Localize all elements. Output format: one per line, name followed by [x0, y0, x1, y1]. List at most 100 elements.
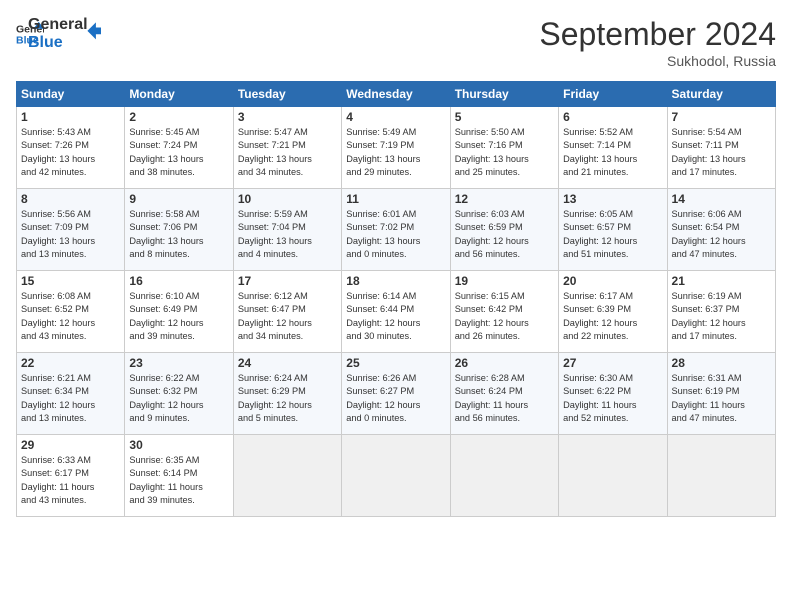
table-row: 3 Sunrise: 5:47 AM Sunset: 7:21 PM Daylig… — [233, 107, 341, 189]
day-info: Sunrise: 6:15 AM Sunset: 6:42 PM Dayligh… — [455, 290, 554, 343]
day-info: Sunrise: 6:12 AM Sunset: 6:47 PM Dayligh… — [238, 290, 337, 343]
day-number: 3 — [238, 110, 337, 124]
day-info: Sunrise: 5:49 AM Sunset: 7:19 PM Dayligh… — [346, 126, 445, 179]
table-row: 4 Sunrise: 5:49 AM Sunset: 7:19 PM Daylig… — [342, 107, 450, 189]
day-number: 25 — [346, 356, 445, 370]
day-number: 26 — [455, 356, 554, 370]
day-info: Sunrise: 5:54 AM Sunset: 7:11 PM Dayligh… — [672, 126, 771, 179]
day-info: Sunrise: 5:58 AM Sunset: 7:06 PM Dayligh… — [129, 208, 228, 261]
day-number: 4 — [346, 110, 445, 124]
table-row: 21Sunrise: 6:19 AM Sunset: 6:37 PM Dayli… — [667, 271, 775, 353]
calendar-header-row: Sunday Monday Tuesday Wednesday Thursday… — [17, 82, 776, 107]
table-row: 13 Sunrise: 6:05 AM Sunset: 6:57 PM Dayli… — [559, 189, 667, 271]
day-number: 11 — [346, 192, 445, 206]
table-row: 6Sunrise: 5:52 AM Sunset: 7:14 PM Daylig… — [559, 107, 667, 189]
day-number: 7 — [672, 110, 771, 124]
col-saturday: Saturday — [667, 82, 775, 107]
table-row: 28 Sunrise: 6:31 AM Sunset: 6:19 PM Dayli… — [667, 353, 775, 435]
table-row: 12 Sunrise: 6:03 AM Sunset: 6:59 PM Dayli… — [450, 189, 558, 271]
day-number: 12 — [455, 192, 554, 206]
col-thursday: Thursday — [450, 82, 558, 107]
day-number: 14 — [672, 192, 771, 206]
day-info: Sunrise: 6:10 AM Sunset: 6:49 PM Dayligh… — [129, 290, 228, 343]
day-number: 1 — [21, 110, 120, 124]
day-info: Sunrise: 6:03 AM Sunset: 6:59 PM Dayligh… — [455, 208, 554, 261]
table-row — [342, 435, 450, 517]
col-tuesday: Tuesday — [233, 82, 341, 107]
day-number: 10 — [238, 192, 337, 206]
calendar-week-row: 29Sunrise: 6:33 AM Sunset: 6:17 PM Dayli… — [17, 435, 776, 517]
table-row: 26Sunrise: 6:28 AM Sunset: 6:24 PM Dayli… — [450, 353, 558, 435]
day-number: 13 — [563, 192, 662, 206]
table-row: 29Sunrise: 6:33 AM Sunset: 6:17 PM Dayli… — [17, 435, 125, 517]
logo-arrow-icon — [84, 19, 106, 41]
day-number: 20 — [563, 274, 662, 288]
table-row — [559, 435, 667, 517]
table-row: 23Sunrise: 6:22 AM Sunset: 6:32 PM Dayli… — [125, 353, 233, 435]
col-sunday: Sunday — [17, 82, 125, 107]
calendar-table: Sunday Monday Tuesday Wednesday Thursday… — [16, 81, 776, 517]
table-row — [233, 435, 341, 517]
day-number: 9 — [129, 192, 228, 206]
table-row: 10 Sunrise: 5:59 AM Sunset: 7:04 PM Dayli… — [233, 189, 341, 271]
day-info: Sunrise: 6:22 AM Sunset: 6:32 PM Dayligh… — [129, 372, 228, 425]
day-info: Sunrise: 5:47 AM Sunset: 7:21 PM Dayligh… — [238, 126, 337, 179]
day-info: Sunrise: 6:14 AM Sunset: 6:44 PM Dayligh… — [346, 290, 445, 343]
table-row: 24Sunrise: 6:24 AM Sunset: 6:29 PM Dayli… — [233, 353, 341, 435]
table-row: 8Sunrise: 5:56 AM Sunset: 7:09 PM Daylig… — [17, 189, 125, 271]
day-info: Sunrise: 6:21 AM Sunset: 6:34 PM Dayligh… — [21, 372, 120, 425]
day-info: Sunrise: 5:59 AM Sunset: 7:04 PM Dayligh… — [238, 208, 337, 261]
day-info: Sunrise: 6:35 AM Sunset: 6:14 PM Dayligh… — [129, 454, 228, 507]
table-row — [450, 435, 558, 517]
calendar-week-row: 15Sunrise: 6:08 AM Sunset: 6:52 PM Dayli… — [17, 271, 776, 353]
table-row: 14 Sunrise: 6:06 AM Sunset: 6:54 PM Dayli… — [667, 189, 775, 271]
day-info: Sunrise: 5:45 AM Sunset: 7:24 PM Dayligh… — [129, 126, 228, 179]
table-row: 20 Sunrise: 6:17 AM Sunset: 6:39 PM Dayli… — [559, 271, 667, 353]
table-row: 30 Sunrise: 6:35 AM Sunset: 6:14 PM Dayli… — [125, 435, 233, 517]
day-number: 15 — [21, 274, 120, 288]
table-row: 15Sunrise: 6:08 AM Sunset: 6:52 PM Dayli… — [17, 271, 125, 353]
location-subtitle: Sukhodol, Russia — [539, 53, 776, 69]
day-number: 8 — [21, 192, 120, 206]
day-info: Sunrise: 5:43 AM Sunset: 7:26 PM Dayligh… — [21, 126, 120, 179]
calendar-body: 1 Sunrise: 5:43 AM Sunset: 7:26 PM Daylig… — [17, 107, 776, 517]
page-container: General Blue General Blue September 2024… — [0, 0, 792, 527]
day-number: 30 — [129, 438, 228, 452]
title-block: September 2024 Sukhodol, Russia — [539, 16, 776, 69]
day-info: Sunrise: 6:01 AM Sunset: 7:02 PM Dayligh… — [346, 208, 445, 261]
day-number: 22 — [21, 356, 120, 370]
day-number: 2 — [129, 110, 228, 124]
table-row — [667, 435, 775, 517]
day-info: Sunrise: 6:06 AM Sunset: 6:54 PM Dayligh… — [672, 208, 771, 261]
day-info: Sunrise: 6:30 AM Sunset: 6:22 PM Dayligh… — [563, 372, 662, 425]
table-row: 11 Sunrise: 6:01 AM Sunset: 7:02 PM Dayli… — [342, 189, 450, 271]
day-info: Sunrise: 6:26 AM Sunset: 6:27 PM Dayligh… — [346, 372, 445, 425]
day-info: Sunrise: 5:50 AM Sunset: 7:16 PM Dayligh… — [455, 126, 554, 179]
col-friday: Friday — [559, 82, 667, 107]
table-row: 17Sunrise: 6:12 AM Sunset: 6:47 PM Dayli… — [233, 271, 341, 353]
day-info: Sunrise: 6:33 AM Sunset: 6:17 PM Dayligh… — [21, 454, 120, 507]
table-row: 1 Sunrise: 5:43 AM Sunset: 7:26 PM Daylig… — [17, 107, 125, 189]
day-number: 19 — [455, 274, 554, 288]
col-wednesday: Wednesday — [342, 82, 450, 107]
calendar-week-row: 22 Sunrise: 6:21 AM Sunset: 6:34 PM Dayli… — [17, 353, 776, 435]
day-info: Sunrise: 6:24 AM Sunset: 6:29 PM Dayligh… — [238, 372, 337, 425]
table-row: 5Sunrise: 5:50 AM Sunset: 7:16 PM Daylig… — [450, 107, 558, 189]
col-monday: Monday — [125, 82, 233, 107]
day-info: Sunrise: 6:05 AM Sunset: 6:57 PM Dayligh… — [563, 208, 662, 261]
day-number: 28 — [672, 356, 771, 370]
day-number: 27 — [563, 356, 662, 370]
table-row: 19 Sunrise: 6:15 AM Sunset: 6:42 PM Dayli… — [450, 271, 558, 353]
day-info: Sunrise: 6:17 AM Sunset: 6:39 PM Dayligh… — [563, 290, 662, 343]
calendar-week-row: 8Sunrise: 5:56 AM Sunset: 7:09 PM Daylig… — [17, 189, 776, 271]
table-row: 9 Sunrise: 5:58 AM Sunset: 7:06 PM Daylig… — [125, 189, 233, 271]
table-row: 25 Sunrise: 6:26 AM Sunset: 6:27 PM Dayli… — [342, 353, 450, 435]
calendar-week-row: 1 Sunrise: 5:43 AM Sunset: 7:26 PM Daylig… — [17, 107, 776, 189]
day-number: 21 — [672, 274, 771, 288]
logo-line1: General — [28, 16, 88, 34]
month-title: September 2024 — [539, 16, 776, 53]
table-row: 16Sunrise: 6:10 AM Sunset: 6:49 PM Dayli… — [125, 271, 233, 353]
table-row: 7 Sunrise: 5:54 AM Sunset: 7:11 PM Daylig… — [667, 107, 775, 189]
day-info: Sunrise: 6:31 AM Sunset: 6:19 PM Dayligh… — [672, 372, 771, 425]
table-row: 22 Sunrise: 6:21 AM Sunset: 6:34 PM Dayli… — [17, 353, 125, 435]
